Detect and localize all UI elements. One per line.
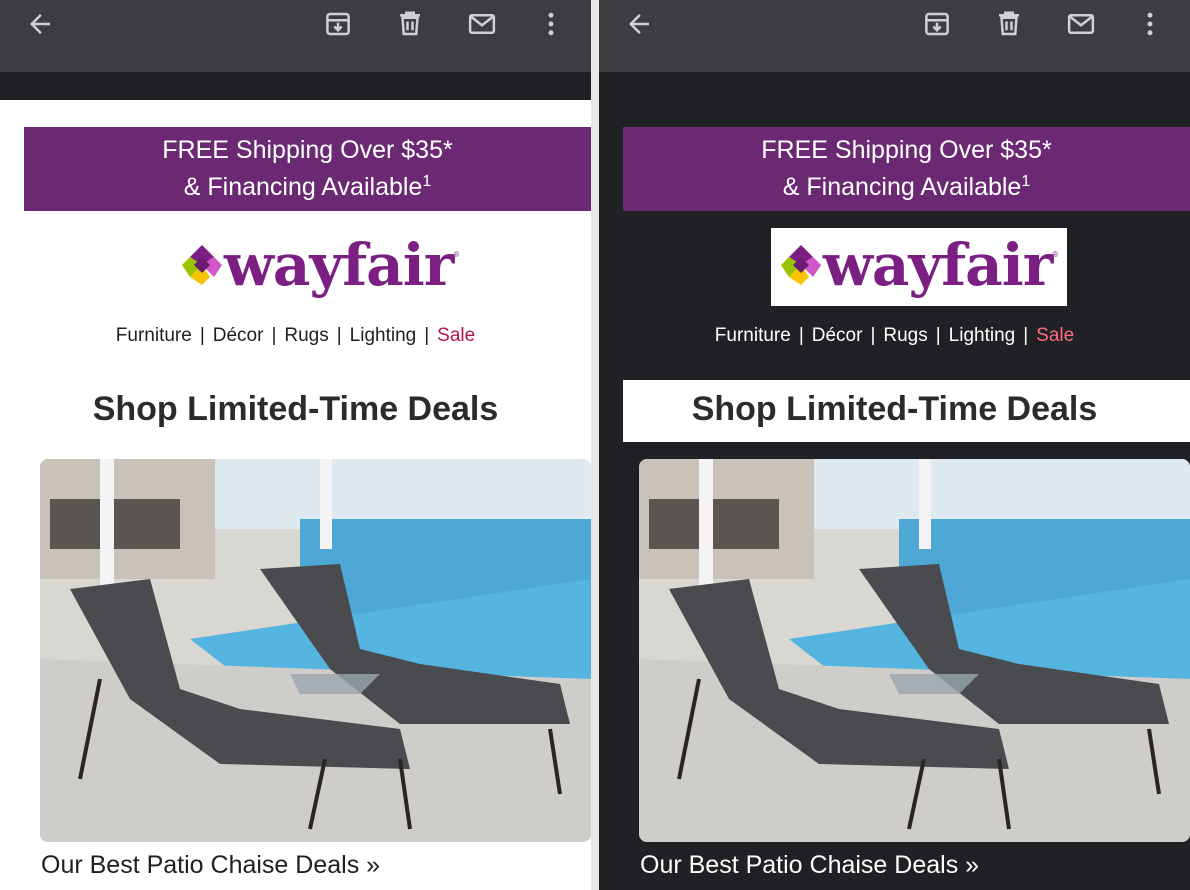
nav-decor[interactable]: Décor xyxy=(812,325,863,347)
promo-banner[interactable]: FREE Shipping Over $35* & Financing Avai… xyxy=(623,127,1190,211)
promo-line-1: FREE Shipping Over $35* xyxy=(162,136,453,164)
nav-decor[interactable]: Décor xyxy=(213,325,264,347)
nav-sale[interactable]: Sale xyxy=(1036,325,1074,347)
nav-furniture[interactable]: Furniture xyxy=(116,325,192,347)
category-nav: Furniture | Décor | Rugs | Lighting | Sale xyxy=(0,325,591,347)
nav-rugs[interactable]: Rugs xyxy=(284,325,328,347)
promo-footnote: 1 xyxy=(1021,173,1031,190)
logo-wordmark: wayfair xyxy=(823,231,1053,299)
wayfair-logo[interactable]: wayfair ® xyxy=(779,236,1058,294)
logo-registered-mark: ® xyxy=(453,250,460,259)
dark-mode-panel: FREE Shipping Over $35* & Financing Avai… xyxy=(599,0,1190,890)
nav-lighting[interactable]: Lighting xyxy=(949,325,1016,347)
logo-registered-mark: ® xyxy=(1052,250,1059,259)
mail-icon[interactable] xyxy=(1063,6,1099,42)
hero-caption-link[interactable]: Our Best Patio Chaise Deals » xyxy=(41,851,380,880)
wayfair-logo[interactable]: wayfair ® xyxy=(180,236,459,294)
more-vertical-icon[interactable] xyxy=(533,6,569,42)
nav-separator: | xyxy=(1023,325,1029,346)
app-bar xyxy=(0,0,591,72)
wayfair-pinwheel-icon xyxy=(182,245,222,285)
promo-line-2: & Financing Available1 xyxy=(623,169,1190,206)
promo-footnote: 1 xyxy=(422,173,432,190)
wayfair-pinwheel-icon xyxy=(781,245,821,285)
nav-separator: | xyxy=(271,325,277,346)
hero-image-patio-chaise[interactable] xyxy=(639,459,1190,842)
panel-divider xyxy=(591,0,599,890)
nav-furniture[interactable]: Furniture xyxy=(715,325,791,347)
deals-heading: Shop Limited-Time Deals xyxy=(92,390,499,428)
nav-sale[interactable]: Sale xyxy=(437,325,475,347)
category-nav: Furniture | Décor | Rugs | Lighting | Sale xyxy=(599,325,1190,347)
nav-separator: | xyxy=(199,325,205,346)
promo-line-2-text: & Financing Available xyxy=(183,173,423,201)
promo-line-1: FREE Shipping Over $35* xyxy=(761,136,1052,164)
promo-line-2-text: & Financing Available xyxy=(782,173,1022,201)
hero-caption-link[interactable]: Our Best Patio Chaise Deals » xyxy=(640,851,979,880)
archive-icon[interactable] xyxy=(320,6,356,42)
mail-icon[interactable] xyxy=(464,6,500,42)
arrow-left-icon[interactable] xyxy=(621,6,657,42)
nav-lighting[interactable]: Lighting xyxy=(350,325,417,347)
nav-separator: | xyxy=(798,325,804,346)
deals-heading: Shop Limited-Time Deals xyxy=(691,390,1098,428)
promo-line-2: & Financing Available1 xyxy=(24,169,591,206)
trash-icon[interactable] xyxy=(991,6,1027,42)
promo-banner[interactable]: FREE Shipping Over $35* & Financing Avai… xyxy=(24,127,591,211)
hero-image-patio-chaise[interactable] xyxy=(40,459,591,842)
nav-separator: | xyxy=(336,325,342,346)
nav-separator: | xyxy=(935,325,941,346)
more-vertical-icon[interactable] xyxy=(1132,6,1168,42)
nav-rugs[interactable]: Rugs xyxy=(883,325,927,347)
toolbar-shadow-strip xyxy=(599,72,1190,100)
logo-wordmark: wayfair xyxy=(224,231,454,299)
light-mode-panel: FREE Shipping Over $35* & Financing Avai… xyxy=(0,0,591,890)
arrow-left-icon[interactable] xyxy=(22,6,58,42)
nav-separator: | xyxy=(424,325,430,346)
trash-icon[interactable] xyxy=(392,6,428,42)
toolbar-shadow-strip xyxy=(0,72,591,100)
archive-icon[interactable] xyxy=(919,6,955,42)
nav-separator: | xyxy=(870,325,876,346)
app-bar xyxy=(599,0,1190,72)
